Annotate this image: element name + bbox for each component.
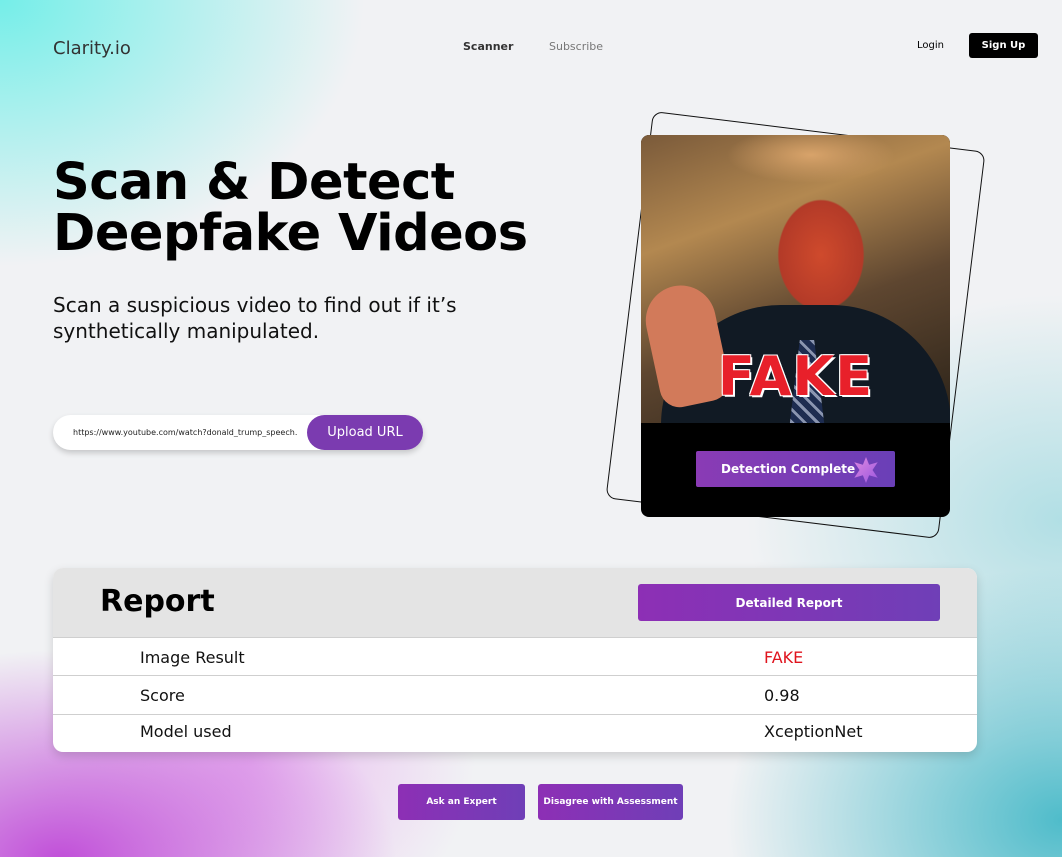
hero-title: Scan & Detect Deepfake Videos bbox=[53, 153, 528, 263]
table-row: Model used XceptionNet bbox=[53, 714, 977, 752]
row-label: Model used bbox=[140, 722, 232, 741]
row-value: XceptionNet bbox=[764, 722, 863, 741]
row-label: Image Result bbox=[140, 648, 245, 667]
fake-stamp: FAKE bbox=[717, 345, 874, 408]
nav-scanner[interactable]: Scanner bbox=[463, 40, 513, 53]
row-value: 0.98 bbox=[764, 686, 800, 705]
url-input[interactable] bbox=[73, 415, 305, 450]
row-label: Score bbox=[140, 686, 185, 705]
detailed-report-button[interactable]: Detailed Report bbox=[638, 584, 940, 621]
signup-button[interactable]: Sign Up bbox=[969, 33, 1038, 58]
upload-url-button[interactable]: Upload URL bbox=[307, 415, 423, 450]
row-value: FAKE bbox=[764, 648, 804, 667]
detection-complete-label: Detection Complete bbox=[721, 462, 856, 476]
sparkle-icon bbox=[854, 457, 878, 483]
ask-expert-button[interactable]: Ask an Expert bbox=[398, 784, 525, 820]
report-header: Report Detailed Report bbox=[53, 568, 977, 637]
video-frame-image: FAKE bbox=[641, 135, 950, 423]
report-title: Report bbox=[100, 584, 215, 619]
preview-card: FAKE Detection Complete bbox=[641, 135, 950, 517]
report-panel: Report Detailed Report Image Result FAKE… bbox=[53, 568, 977, 752]
hero-subtitle: Scan a suspicious video to find out if i… bbox=[53, 293, 457, 343]
table-row: Image Result FAKE bbox=[53, 637, 977, 675]
disagree-button[interactable]: Disagree with Assessment bbox=[538, 784, 683, 820]
brand-logo[interactable]: Clarity.io bbox=[53, 38, 131, 59]
url-bar: Upload URL bbox=[53, 415, 423, 450]
login-link[interactable]: Login bbox=[917, 40, 944, 51]
detection-complete-button[interactable]: Detection Complete bbox=[696, 451, 895, 487]
table-row: Score 0.98 bbox=[53, 675, 977, 714]
nav-subscribe[interactable]: Subscribe bbox=[549, 40, 603, 53]
